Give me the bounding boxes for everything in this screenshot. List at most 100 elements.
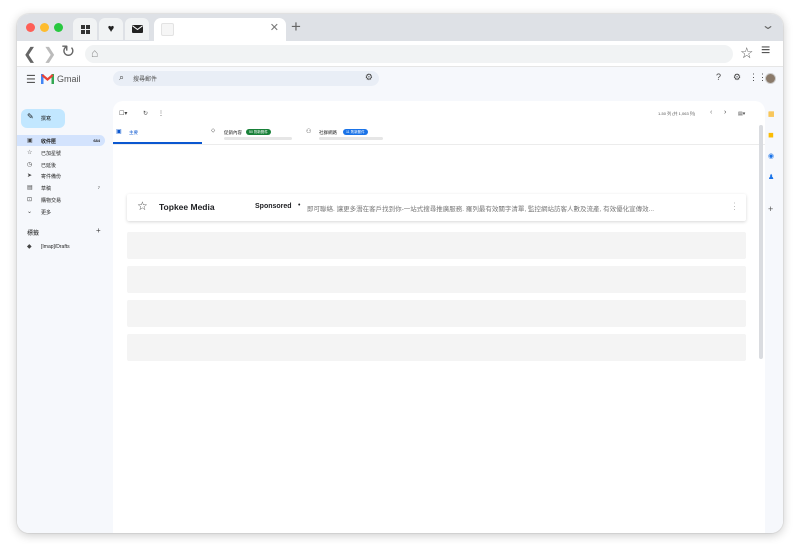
sidebar-item-purchases[interactable]: ⊡ 購物交易 [17, 194, 105, 205]
tab-badge: 11 則新郵件 [343, 129, 368, 135]
inbox-icon: ▣ [116, 129, 122, 135]
labels-heading: 標籤 [27, 231, 40, 237]
message-list-panel: ☐▾ ↻ ⋮ 1-50 列 (共 1,063 列) ‹ › ▤▾ ▣ 主要 ⬦ … [113, 101, 765, 533]
sponsored-label: Sponsored [255, 203, 292, 210]
sidebar-item-imap-drafts[interactable]: ◆ [Imap]/Drafts [17, 241, 105, 251]
sidebar-item-label: 收件匣 [41, 139, 57, 145]
pagination-text: 1-50 列 (共 1,063 列) [658, 111, 696, 116]
tasks-icon[interactable]: ◉ [768, 152, 774, 160]
home-icon[interactable]: ⌂ [91, 46, 98, 60]
sidebar-item-label: 已加星號 [41, 151, 62, 157]
more-vert-icon[interactable]: ⋮ [730, 201, 739, 212]
people-icon: ⚇ [306, 129, 312, 135]
keep-icon[interactable]: ◼ [768, 131, 774, 139]
heart-icon: ♥ [107, 23, 115, 35]
tab-promotions[interactable]: ⬦ 促銷內容 50 則新郵件 [208, 125, 296, 144]
sidebar-item-label: [Imap]/Drafts [41, 244, 70, 250]
search-input[interactable]: 搜尋郵件 [133, 74, 157, 83]
chevron-down-icon[interactable]: ⌄ [761, 18, 775, 32]
mail-icon [131, 25, 143, 33]
sidebar-item-label: 寄件備份 [41, 174, 62, 180]
sidebar-item-label: 草稿 [41, 186, 52, 192]
active-tab[interactable]: ✕ [154, 18, 286, 41]
ad-sender: Topkee Media [159, 202, 215, 212]
prev-page-icon[interactable]: ‹ [710, 109, 712, 116]
browser-titlebar: ♥ ✕ + ⌄ [17, 14, 783, 41]
grid-icon [80, 24, 90, 34]
more-vert-icon[interactable]: ⋮ [158, 110, 164, 117]
tab-close-icon[interactable]: ✕ [270, 21, 279, 34]
separator-dot: • [298, 202, 301, 209]
sidebar-item-sent[interactable]: ➤ 寄件備份 [17, 170, 105, 181]
maximize-window-button[interactable] [54, 23, 63, 32]
search-icon[interactable]: ⌕ [119, 72, 124, 83]
message-list-scrollbar[interactable] [759, 125, 763, 359]
help-icon[interactable]: ? [716, 72, 721, 82]
loading-row-placeholder [127, 334, 746, 361]
browser-toolbar: ❮ ❯ ↻ ⌂ ☆ ≡ [17, 41, 783, 67]
contacts-icon[interactable]: ♟ [768, 173, 774, 181]
tab-favicon [161, 23, 174, 36]
add-addon-icon[interactable]: + [768, 204, 773, 214]
tab-preview-placeholder [319, 137, 383, 140]
pinned-tab-mail[interactable] [125, 18, 149, 40]
tabs-divider [113, 144, 765, 145]
chevron-down-icon: ⌄ [27, 209, 33, 215]
bookmark-star-icon[interactable]: ☆ [740, 44, 753, 62]
gmail-logo-icon[interactable] [41, 74, 54, 84]
star-icon: ☆ [27, 150, 33, 156]
sidebar-item-snoozed[interactable]: ◷ 已延後 [17, 159, 105, 170]
browser-window: ♥ ✕ + ⌄ ❮ ❯ ↻ ⌂ ☆ ≡ ☰ Gmail ⌕ 搜尋郵件 ⚙ ? ⚙… [17, 14, 783, 533]
draft-icon: ▤ [27, 185, 33, 191]
search-bar[interactable]: ⌕ 搜尋郵件 ⚙ [113, 71, 379, 86]
address-bar[interactable]: ⌂ [85, 45, 733, 63]
pencil-icon: ✎ [27, 112, 34, 121]
forward-icon[interactable]: ❯ [43, 44, 56, 64]
sidebar-item-label: 購物交易 [41, 198, 62, 204]
new-tab-icon[interactable]: + [291, 17, 301, 37]
reload-icon[interactable]: ↻ [61, 42, 75, 62]
refresh-icon[interactable]: ↻ [143, 110, 148, 117]
sidebar-item-label: 已延後 [41, 163, 57, 169]
search-options-icon[interactable]: ⚙ [365, 72, 373, 83]
close-window-button[interactable] [26, 23, 35, 32]
loading-row-placeholder [127, 300, 746, 327]
input-tools-icon[interactable]: ▤▾ [738, 111, 745, 117]
back-icon[interactable]: ❮ [23, 44, 36, 64]
tab-social[interactable]: ⚇ 社群網路 11 則新郵件 [303, 125, 395, 144]
tab-label: 主要 [129, 130, 138, 135]
sidebar-item-starred[interactable]: ☆ 已加星號 [17, 147, 105, 158]
next-page-icon[interactable]: › [724, 109, 726, 116]
inbox-icon: ▣ [27, 138, 33, 144]
tab-label: 促銷內容 [224, 130, 242, 135]
menu-icon[interactable]: ≡ [761, 42, 770, 60]
sponsored-email-row[interactable]: ☆ Topkee Media Sponsored • 即可聯絡. 讓更多潛在客戶… [127, 194, 746, 221]
main-menu-icon[interactable]: ☰ [26, 73, 36, 86]
calendar-icon[interactable]: ▦ [768, 110, 775, 118]
tag-icon: ⬦ [211, 128, 216, 134]
sidebar-item-inbox[interactable]: ▣ 收件匣 684 [17, 135, 105, 146]
add-label-icon[interactable]: + [96, 226, 101, 235]
sidebar-item-more[interactable]: ⌄ 更多 [17, 206, 105, 217]
minimize-window-button[interactable] [40, 23, 49, 32]
pinned-tab-apps[interactable] [73, 18, 97, 40]
sidebar-item-drafts[interactable]: ▤ 草稿 7 [17, 182, 105, 193]
settings-icon[interactable]: ⚙ [733, 72, 741, 83]
select-checkbox-icon[interactable]: ☐▾ [119, 110, 127, 117]
tab-preview-placeholder [224, 137, 292, 140]
loading-row-placeholder [127, 266, 746, 293]
send-icon: ➤ [27, 173, 33, 179]
account-avatar[interactable] [765, 73, 776, 84]
pinned-tab-favorites[interactable]: ♥ [99, 18, 123, 40]
tab-label: 社群網路 [319, 130, 337, 135]
cart-icon: ⊡ [27, 197, 33, 203]
gmail-wordmark: Gmail [57, 74, 81, 84]
sidebar-item-label: 更多 [41, 210, 52, 216]
star-icon[interactable]: ☆ [137, 199, 148, 213]
loading-row-placeholder [127, 232, 746, 259]
sidebar-item-count: 7 [97, 185, 100, 190]
compose-label: 撰寫 [41, 116, 52, 122]
compose-button[interactable]: ✎ 撰寫 [21, 109, 65, 128]
ad-snippet: 即可聯絡. 讓更多潛在客戶找到你-一站式搜尋推廣服務. 羅列最有效關字清單, 監… [307, 206, 655, 213]
tab-badge: 50 則新郵件 [246, 129, 271, 135]
